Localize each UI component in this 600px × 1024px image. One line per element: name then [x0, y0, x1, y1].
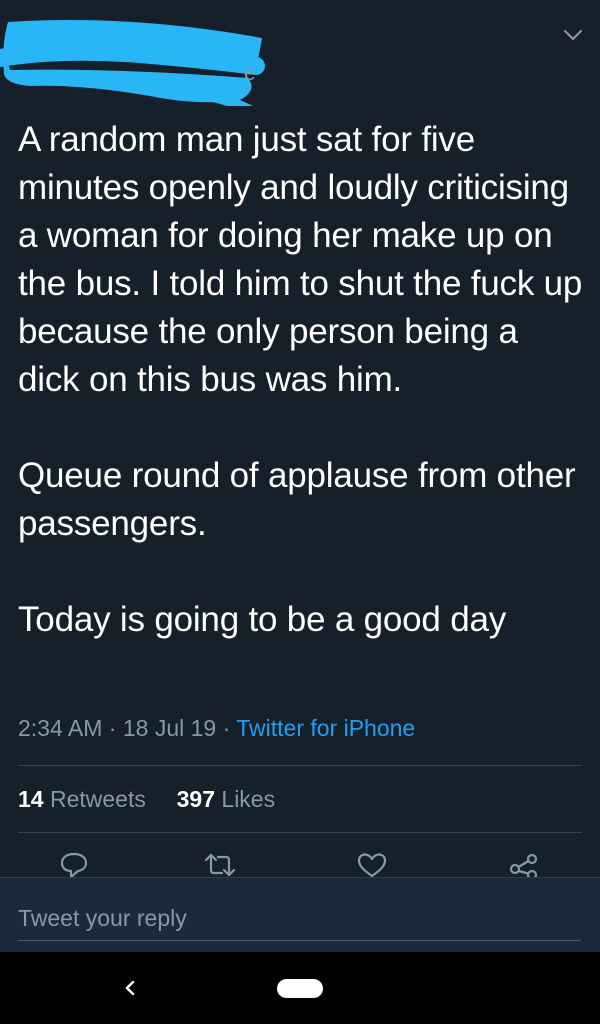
author-name-fragment: e	[244, 62, 256, 85]
tweet-header: e	[0, 0, 600, 106]
retweets-count: 14	[18, 786, 44, 812]
retweets-label: Retweets	[49, 786, 146, 812]
tweet-actions	[0, 850, 600, 880]
divider	[18, 832, 582, 833]
back-arrow-icon[interactable]	[118, 974, 142, 1002]
redaction-scribble	[0, 20, 265, 106]
retweets-stat[interactable]: 14 Retweets	[18, 786, 152, 812]
tweet-paragraph: A random man just sat for five minutes o…	[18, 120, 583, 399]
share-icon[interactable]	[506, 850, 542, 880]
likes-label: Likes	[221, 786, 276, 812]
home-pill-icon[interactable]	[277, 979, 323, 998]
heart-icon[interactable]	[354, 850, 390, 880]
retweet-icon[interactable]	[202, 850, 238, 880]
divider	[18, 765, 582, 766]
reply-icon[interactable]	[56, 850, 92, 880]
chevron-down-icon[interactable]	[562, 26, 584, 44]
tweet-paragraph: Today is going to be a good day	[18, 600, 507, 639]
reply-input[interactable]	[18, 896, 581, 941]
reply-bar	[0, 877, 600, 952]
tweet-time: 2:34 AM	[18, 715, 103, 741]
tweet-text: A random man just sat for five minutes o…	[18, 116, 583, 644]
tweet-date: 18 Jul 19	[122, 715, 217, 741]
likes-stat[interactable]: 397 Likes	[177, 786, 275, 812]
tweet-stats: 14 Retweets 397 Likes	[18, 783, 275, 815]
tweet-source-link[interactable]: Twitter for iPhone	[236, 715, 415, 741]
tweet-metadata: 2:34 AM · 18 Jul 19 · Twitter for iPhone	[18, 712, 415, 744]
likes-count: 397	[176, 786, 216, 812]
system-navigation-bar	[0, 952, 600, 1024]
tweet-paragraph: Queue round of applause from other passe…	[18, 456, 576, 543]
meta-separator: ·	[108, 715, 117, 741]
meta-separator: ·	[222, 715, 231, 741]
